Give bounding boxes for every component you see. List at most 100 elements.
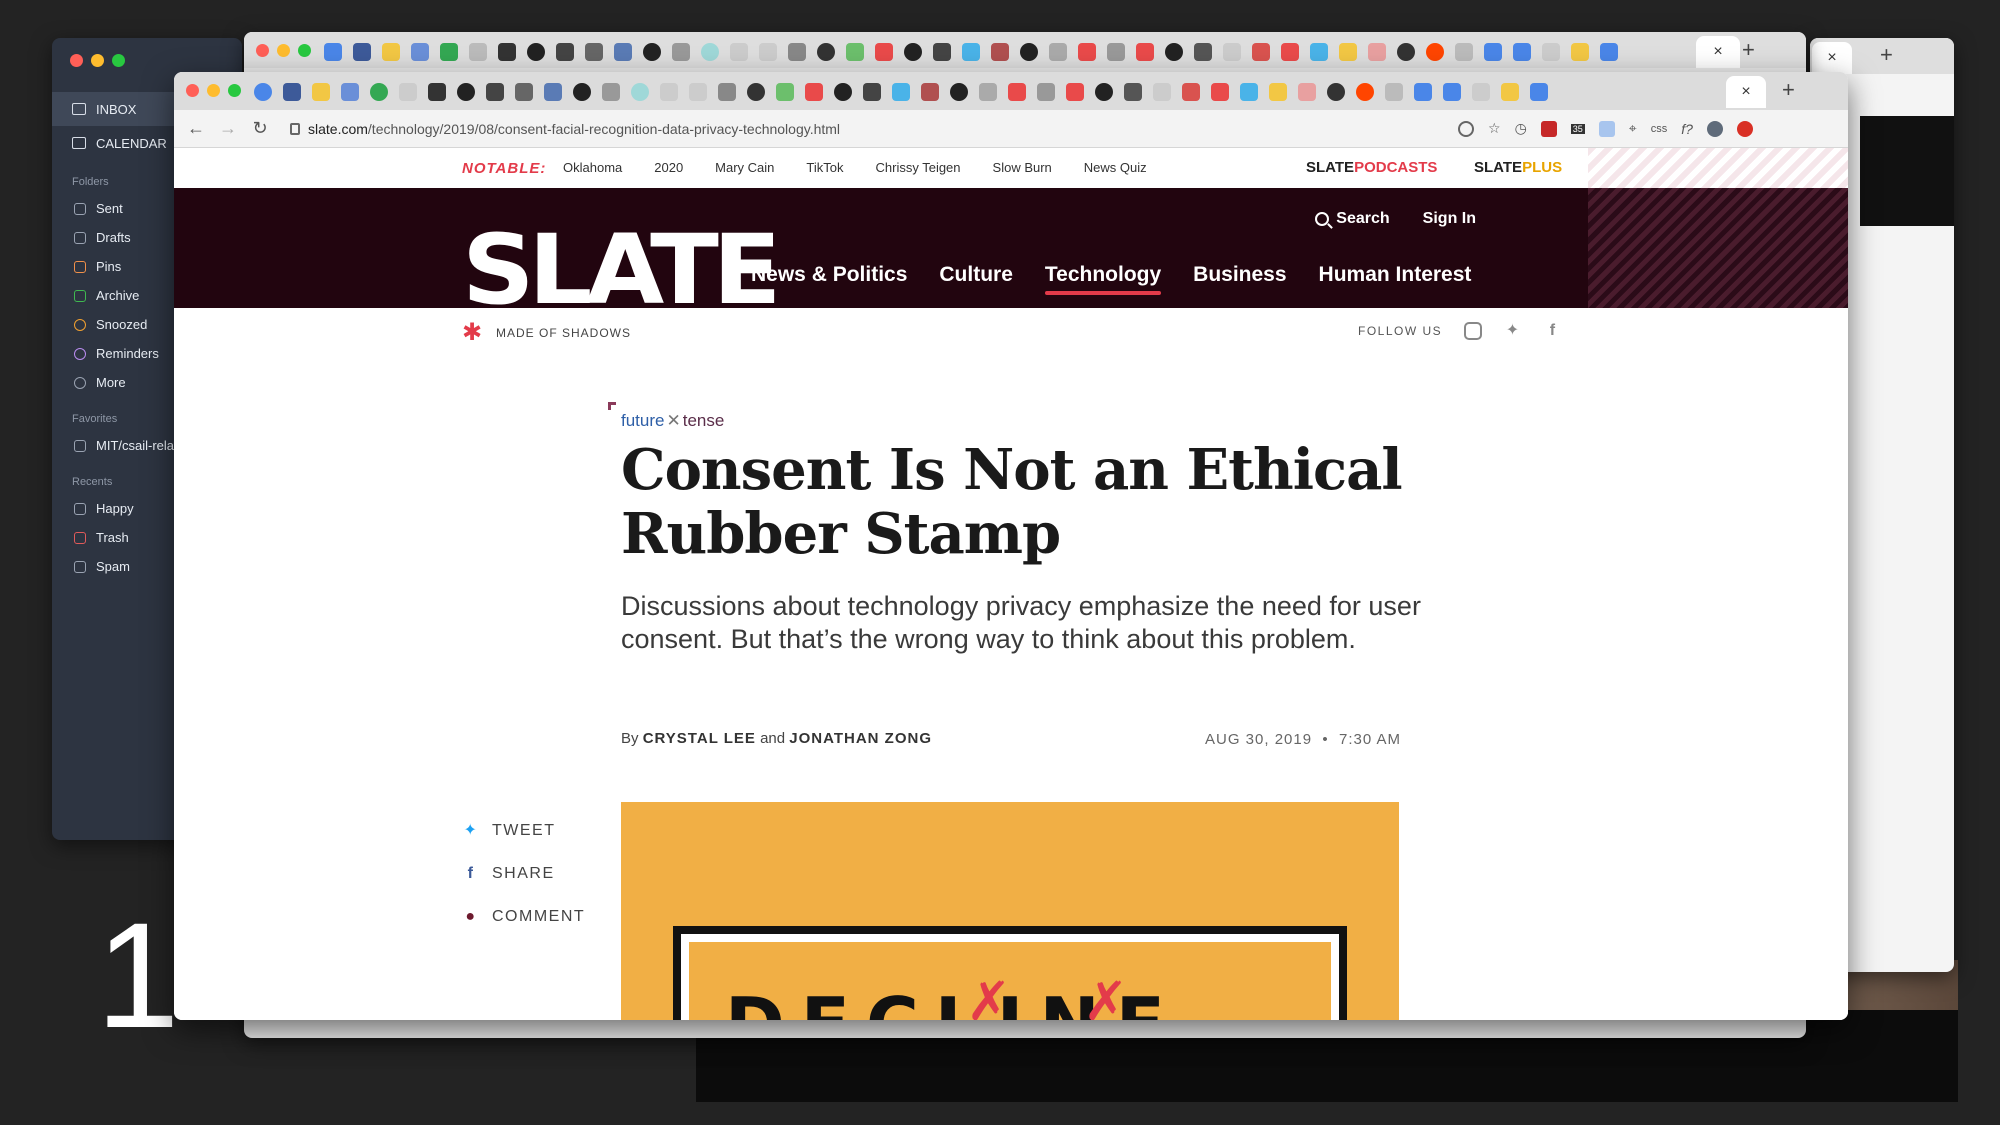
facebook-icon[interactable]: f bbox=[1544, 322, 1562, 340]
tab-favicon-icon[interactable] bbox=[324, 43, 342, 61]
facebook-share-button[interactable]: f SHARE bbox=[462, 865, 555, 883]
zoom-window-button[interactable] bbox=[298, 44, 311, 57]
notable-link[interactable]: Slow Burn bbox=[993, 160, 1052, 175]
tab-favicon-icon[interactable] bbox=[962, 43, 980, 61]
tab-close-icon[interactable]: × bbox=[1726, 76, 1766, 108]
tab-favicon-icon[interactable] bbox=[1542, 43, 1560, 61]
zoom-window-button[interactable] bbox=[228, 84, 241, 97]
star-icon[interactable]: ☆ bbox=[1488, 120, 1501, 137]
minimize-window-button[interactable] bbox=[277, 44, 290, 57]
tab-favicon-icon[interactable] bbox=[950, 83, 968, 101]
author-link[interactable]: JONATHAN ZONG bbox=[789, 730, 932, 747]
notable-link[interactable]: News Quiz bbox=[1084, 160, 1147, 175]
tab-favicon-icon[interactable] bbox=[875, 43, 893, 61]
reload-icon[interactable]: ↻ bbox=[244, 118, 276, 139]
tab-favicon-icon[interactable] bbox=[1385, 83, 1403, 101]
tab-favicon-icon[interactable] bbox=[1501, 83, 1519, 101]
tab-favicon-icon[interactable] bbox=[1327, 83, 1345, 101]
instagram-icon[interactable] bbox=[1464, 322, 1483, 340]
twitter-icon[interactable]: ✦ bbox=[1504, 322, 1522, 340]
search-button[interactable]: Search bbox=[1315, 210, 1390, 228]
tab-favicon-icon[interactable] bbox=[747, 83, 765, 101]
minimize-window-button[interactable] bbox=[91, 54, 104, 67]
tab-favicon-icon[interactable] bbox=[672, 43, 690, 61]
new-tab-button[interactable]: + bbox=[1742, 37, 1755, 63]
tab-favicon-icon[interactable] bbox=[776, 83, 794, 101]
tab-favicon-icon[interactable] bbox=[1368, 43, 1386, 61]
tweet-button[interactable]: ✦ TWEET bbox=[462, 822, 556, 840]
extension-icon[interactable] bbox=[1540, 120, 1557, 137]
tab-favicon-icon[interactable] bbox=[1008, 83, 1026, 101]
doc-extension-icon[interactable] bbox=[1598, 120, 1615, 137]
tab-favicon-icon[interactable] bbox=[1281, 43, 1299, 61]
tab-favicon-icon[interactable] bbox=[486, 83, 504, 101]
tab-favicon-icon[interactable] bbox=[614, 43, 632, 61]
extension-badge[interactable]: 35 bbox=[1570, 123, 1585, 134]
new-tab-button[interactable]: + bbox=[1782, 77, 1795, 103]
tab-favicon-icon[interactable] bbox=[411, 43, 429, 61]
close-window-button[interactable] bbox=[70, 54, 83, 67]
tab-favicon-icon[interactable] bbox=[469, 43, 487, 61]
tab-favicon-icon[interactable] bbox=[817, 43, 835, 61]
tab-favicon-icon[interactable] bbox=[1107, 43, 1125, 61]
nav-business[interactable]: Business bbox=[1193, 263, 1286, 293]
tab-favicon-icon[interactable] bbox=[834, 83, 852, 101]
slate-logo[interactable]: SLATE bbox=[462, 222, 781, 318]
tab-favicon-icon[interactable] bbox=[1356, 83, 1374, 101]
new-tab-button[interactable]: + bbox=[1880, 42, 1893, 68]
tab-favicon-icon[interactable] bbox=[341, 83, 359, 101]
tab-favicon-icon[interactable] bbox=[660, 83, 678, 101]
tab-favicon-icon[interactable] bbox=[1484, 43, 1502, 61]
tab-favicon-icon[interactable] bbox=[1269, 83, 1287, 101]
tab-favicon-icon[interactable] bbox=[1397, 43, 1415, 61]
tab-favicon-icon[interactable] bbox=[498, 43, 516, 61]
tab-favicon-icon[interactable] bbox=[1472, 83, 1490, 101]
author-link[interactable]: CRYSTAL LEE bbox=[643, 730, 756, 747]
tab-favicon-icon[interactable] bbox=[805, 83, 823, 101]
comment-button[interactable]: ● COMMENT bbox=[462, 908, 585, 926]
tab-favicon-icon[interactable] bbox=[254, 83, 272, 101]
nav-news-politics[interactable]: News & Politics bbox=[751, 263, 907, 293]
back-arrow-icon[interactable]: ← bbox=[180, 118, 212, 139]
tab-favicon-icon[interactable] bbox=[892, 83, 910, 101]
tab-close-icon[interactable]: × bbox=[1696, 36, 1740, 68]
notable-link[interactable]: TikTok bbox=[806, 160, 843, 175]
tab-favicon-icon[interactable] bbox=[1414, 83, 1432, 101]
tab-favicon-icon[interactable] bbox=[602, 83, 620, 101]
tab-favicon-icon[interactable] bbox=[556, 43, 574, 61]
zoom-window-button[interactable] bbox=[112, 54, 125, 67]
notable-link[interactable]: Mary Cain bbox=[715, 160, 774, 175]
tab-favicon-icon[interactable] bbox=[1426, 43, 1444, 61]
history-icon[interactable]: ◷ bbox=[1515, 120, 1527, 137]
tab-favicon-icon[interactable] bbox=[1600, 43, 1618, 61]
tab-favicon-icon[interactable] bbox=[788, 43, 806, 61]
nav-human-interest[interactable]: Human Interest bbox=[1319, 263, 1472, 293]
tab-favicon-icon[interactable] bbox=[1339, 43, 1357, 61]
tab-favicon-icon[interactable] bbox=[312, 83, 330, 101]
nav-culture[interactable]: Culture bbox=[939, 263, 1013, 293]
tab-favicon-icon[interactable] bbox=[1020, 43, 1038, 61]
tab-favicon-icon[interactable] bbox=[1124, 83, 1142, 101]
tab-favicon-icon[interactable] bbox=[1223, 43, 1241, 61]
close-window-button[interactable] bbox=[256, 44, 269, 57]
tab-favicon-icon[interactable] bbox=[544, 83, 562, 101]
tab-favicon-icon[interactable] bbox=[921, 83, 939, 101]
tab-favicon-icon[interactable] bbox=[904, 43, 922, 61]
address-bar[interactable]: slate.com/technology/2019/08/consent-fac… bbox=[290, 121, 1450, 137]
tab-favicon-icon[interactable] bbox=[585, 43, 603, 61]
tab-favicon-icon[interactable] bbox=[933, 43, 951, 61]
tab-favicon-icon[interactable] bbox=[399, 83, 417, 101]
forward-arrow-icon[interactable]: → bbox=[212, 118, 244, 139]
close-window-button[interactable] bbox=[186, 84, 199, 97]
tab-favicon-icon[interactable] bbox=[370, 83, 388, 101]
tab-favicon-icon[interactable] bbox=[1165, 43, 1183, 61]
tab-favicon-icon[interactable] bbox=[1095, 83, 1113, 101]
tab-favicon-icon[interactable] bbox=[730, 43, 748, 61]
notable-link[interactable]: 2020 bbox=[654, 160, 683, 175]
tab-favicon-icon[interactable] bbox=[1136, 43, 1154, 61]
tab-favicon-icon[interactable] bbox=[1153, 83, 1171, 101]
tab-favicon-icon[interactable] bbox=[689, 83, 707, 101]
formula-extension-icon[interactable]: f? bbox=[1681, 121, 1693, 137]
tab-favicon-icon[interactable] bbox=[1298, 83, 1316, 101]
tab-favicon-icon[interactable] bbox=[1049, 43, 1067, 61]
